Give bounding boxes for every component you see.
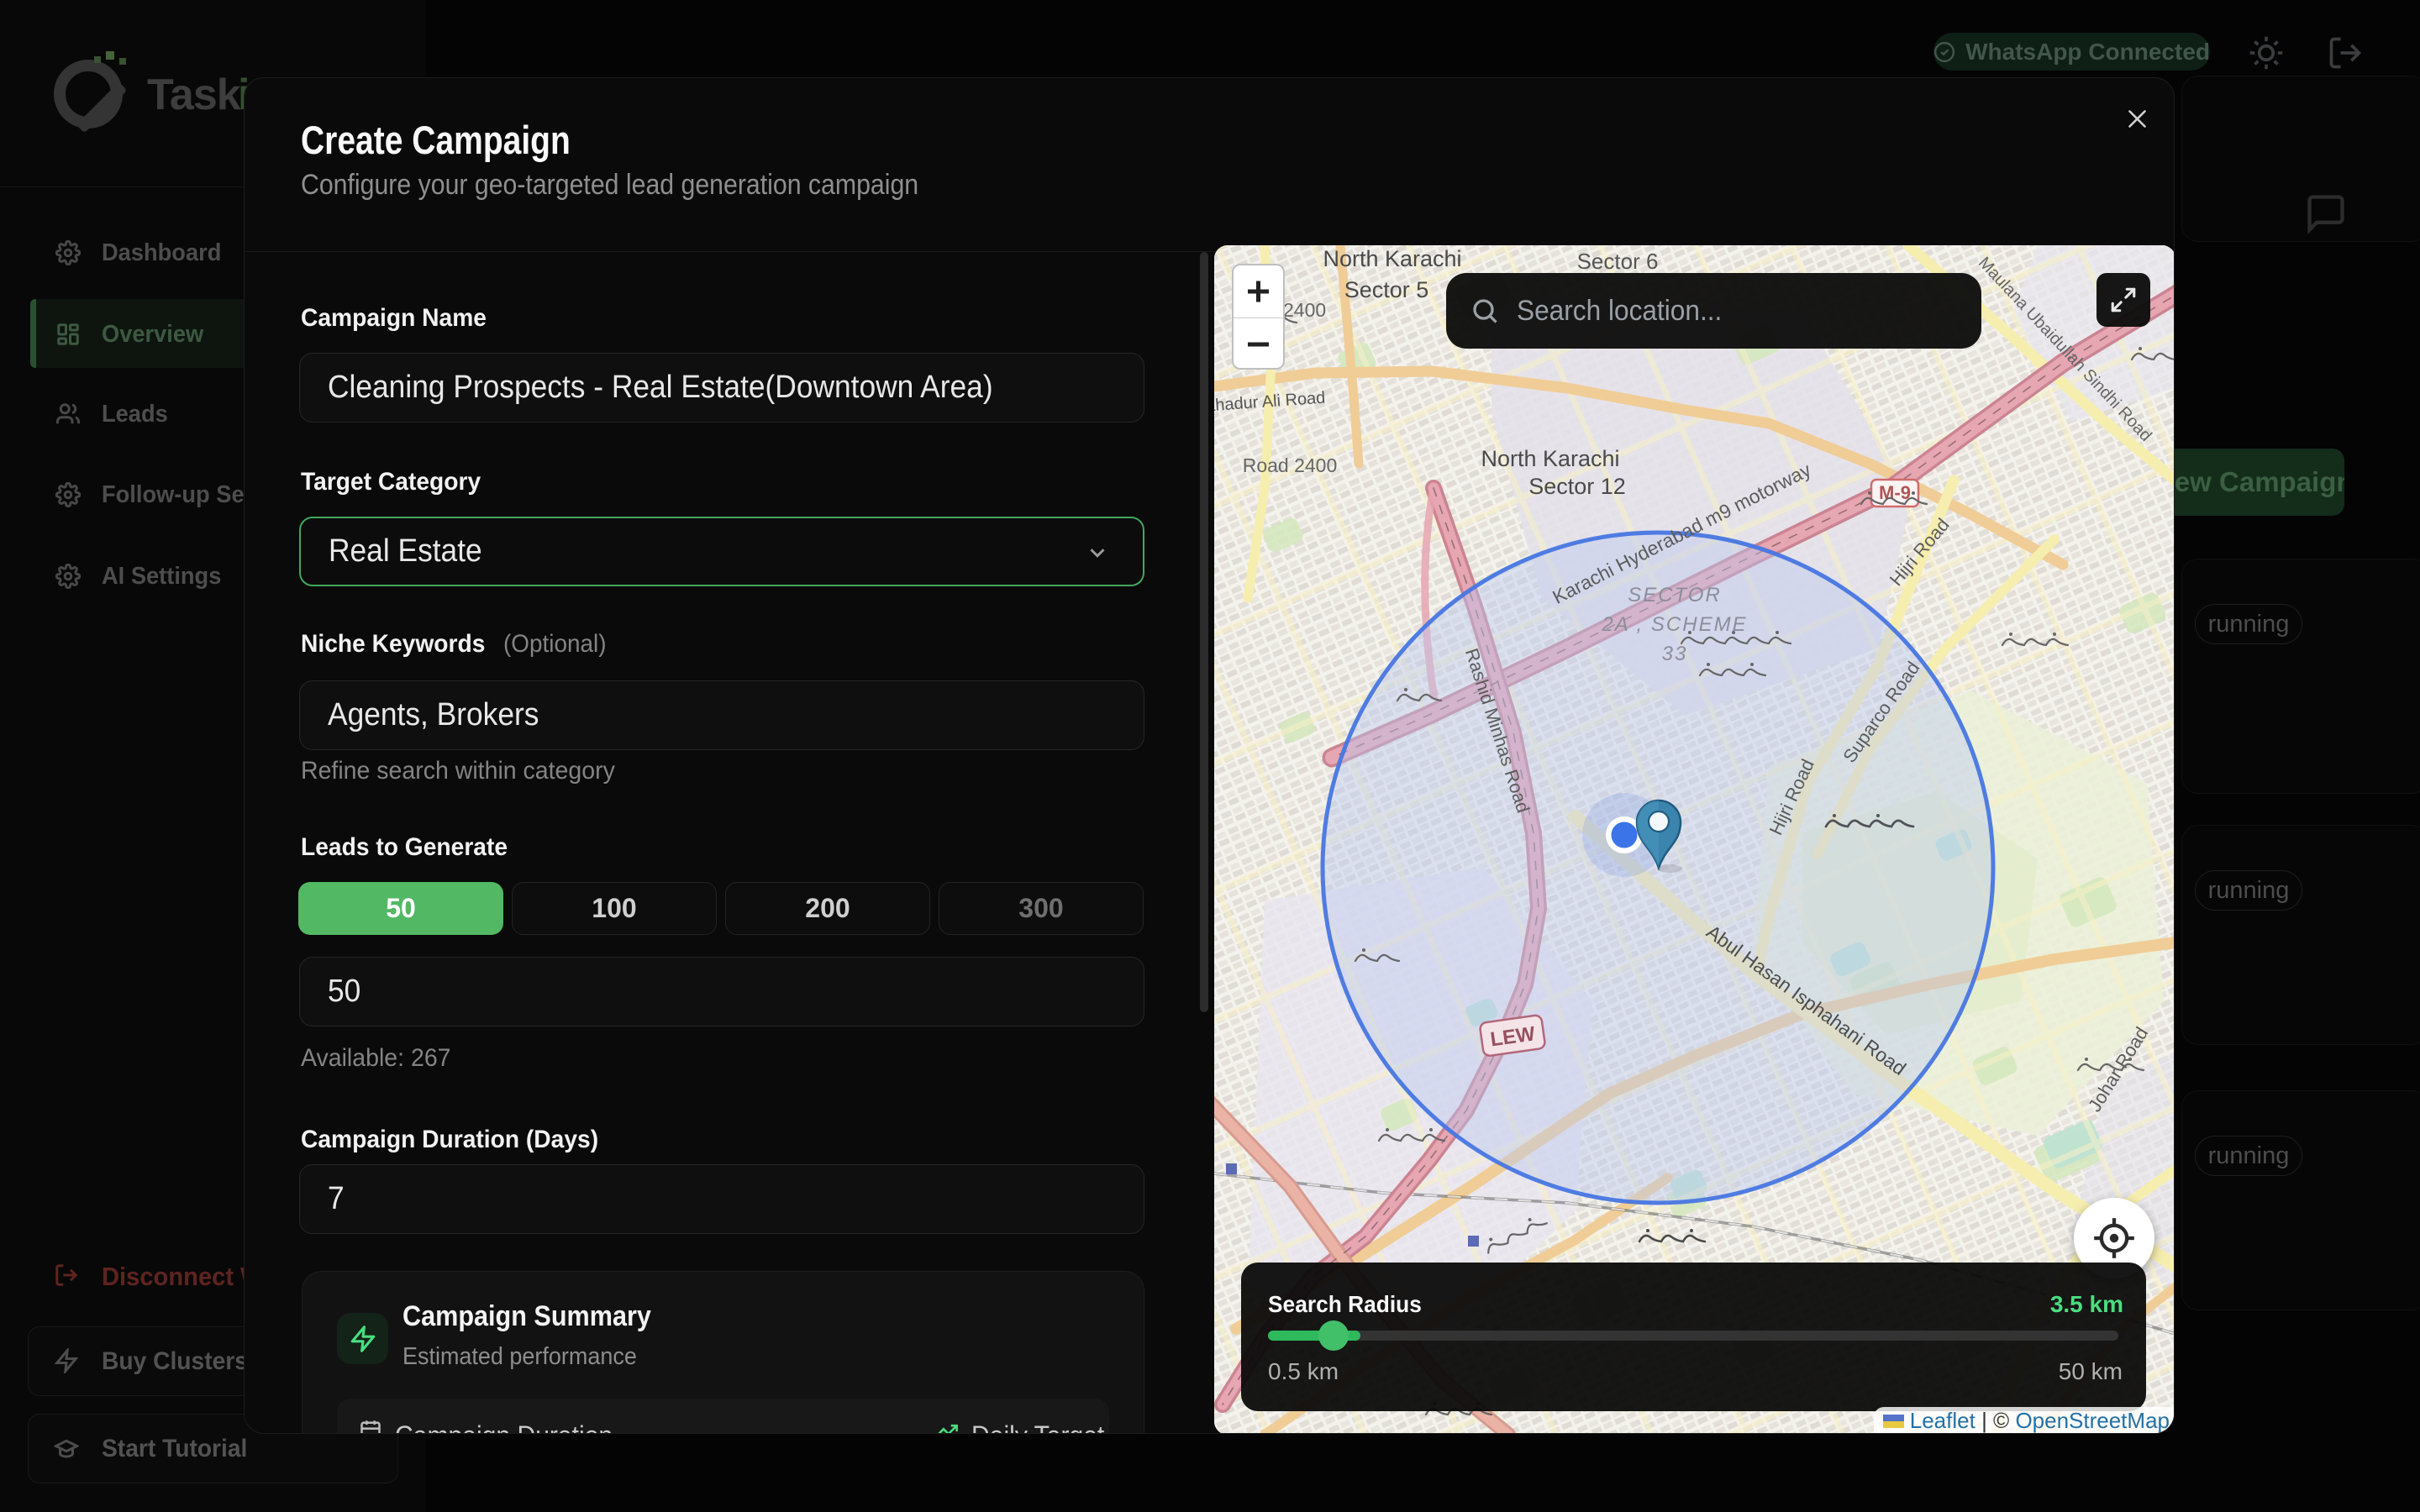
svg-text:Sector 12: Sector 12 [1528,474,1626,499]
svg-text:2A , SCHEME: 2A , SCHEME [1601,613,1747,636]
svg-text:SECTOR: SECTOR [1628,584,1722,606]
svg-text:Road 2400: Road 2400 [1243,454,1338,476]
svg-text:North Karachi: North Karachi [1323,246,1461,271]
svg-text:33: 33 [1662,643,1688,665]
svg-text:Task: Task [147,71,241,119]
svg-text:Sector 6: Sector 6 [1577,249,1659,274]
svg-text:North Karachi: North Karachi [1481,446,1619,471]
svg-text:Sector 5: Sector 5 [1344,277,1429,302]
